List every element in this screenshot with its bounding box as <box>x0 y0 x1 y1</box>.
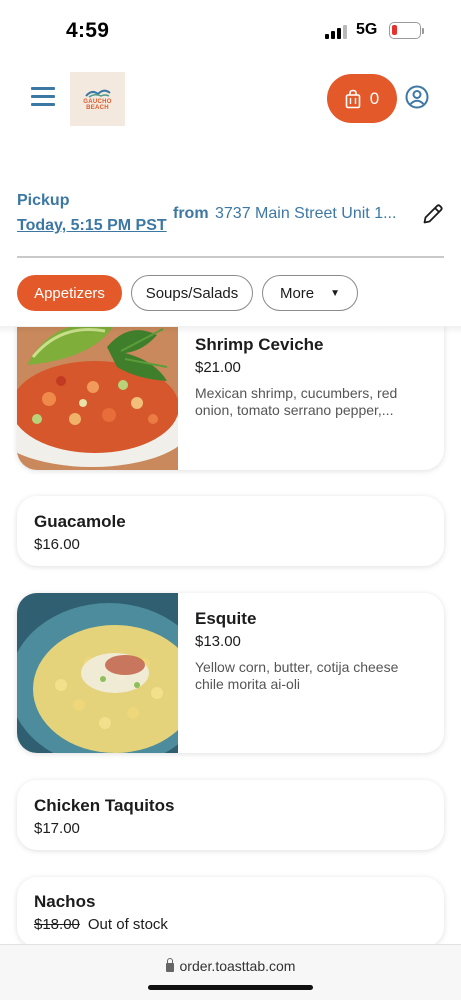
tab-label: Soups/Salads <box>145 284 239 302</box>
menu-item-list: Shrimp Ceviche $21.00 Mexican shrimp, cu… <box>0 327 461 945</box>
esquite-photo <box>17 593 178 753</box>
hamburger-menu-icon[interactable] <box>31 87 55 107</box>
tab-more-dropdown[interactable]: More ▼ <box>262 275 358 311</box>
menu-item-card[interactable]: Nachos $18.00 Out of stock <box>17 877 444 945</box>
caret-down-icon: ▼ <box>330 287 341 299</box>
menu-item-card[interactable]: Guacamole $16.00 <box>17 496 444 566</box>
item-details: Chicken Taquitos $17.00 <box>34 796 430 837</box>
item-name: Chicken Taquitos <box>34 796 175 815</box>
edit-pencil-icon[interactable] <box>421 202 445 226</box>
item-details: Esquite $13.00 Yellow corn, butter, coti… <box>195 609 430 693</box>
battery-icon <box>389 22 421 39</box>
cart-button[interactable]: 0 <box>327 74 397 123</box>
divider <box>17 256 444 258</box>
item-details: Shrimp Ceviche $21.00 Mexican shrimp, cu… <box>195 335 430 419</box>
tabs-shadow <box>0 326 461 334</box>
item-price-row: $18.00 Out of stock <box>34 916 430 933</box>
item-name: Nachos <box>34 892 96 911</box>
item-price: $13.00 <box>195 633 241 650</box>
tab-soups-salads[interactable]: Soups/Salads <box>131 275 253 311</box>
item-price: $16.00 <box>34 536 80 553</box>
shrimp-ceviche-photo <box>17 327 178 470</box>
item-name: Guacamole <box>34 512 126 531</box>
from-label: from <box>173 205 209 222</box>
menu-item-card[interactable]: Esquite $13.00 Yellow corn, butter, coti… <box>17 593 444 753</box>
item-price: $21.00 <box>195 359 241 376</box>
account-icon[interactable] <box>405 85 429 109</box>
cart-count: 0 <box>369 88 380 108</box>
tab-appetizers[interactable]: Appetizers <box>17 275 122 311</box>
status-bar: 4:59 5G <box>0 0 461 62</box>
pickup-time-link[interactable]: Today, 5:15 PM PST <box>17 217 167 235</box>
category-tabs: Appetizers Soups/Salads More ▼ <box>17 275 461 311</box>
shopping-bag-icon <box>345 89 361 108</box>
browser-address-bar[interactable]: order.toasttab.com <box>0 944 461 1000</box>
tab-label: Appetizers <box>34 284 105 302</box>
logo-mark-icon <box>84 89 111 98</box>
item-description: Mexican shrimp, cucumbers, red onion, to… <box>195 385 398 418</box>
item-price: $17.00 <box>34 820 80 837</box>
item-details: Guacamole $16.00 <box>34 512 430 553</box>
header: GAUCHO BEACH 0 <box>0 62 461 142</box>
tab-label: More <box>279 284 315 302</box>
status-time: 4:59 <box>66 19 110 42</box>
item-details: Nachos $18.00 Out of stock <box>34 892 430 933</box>
item-name: Shrimp Ceviche <box>195 335 324 354</box>
item-name: Esquite <box>195 609 257 628</box>
battery-tip <box>422 28 424 34</box>
menu-item-card[interactable]: Shrimp Ceviche $21.00 Mexican shrimp, cu… <box>17 327 444 470</box>
home-indicator[interactable] <box>148 985 313 990</box>
menu-item-card[interactable]: Chicken Taquitos $17.00 <box>17 780 444 850</box>
logo-text-line2: BEACH <box>86 105 109 111</box>
lock-icon <box>165 958 174 972</box>
restaurant-logo[interactable]: GAUCHO BEACH <box>70 72 125 126</box>
signal-icon <box>325 25 349 39</box>
out-of-stock-label: Out of stock <box>87 916 168 933</box>
network-label: 5G <box>356 21 378 38</box>
url-text: order.toasttab.com <box>179 958 296 974</box>
pickup-label: Pickup <box>17 192 70 209</box>
item-price-struck: $18.00 <box>34 916 80 933</box>
pickup-address: 3737 Main Street Unit 1... <box>215 205 397 222</box>
item-description: Yellow corn, butter, cotija cheese chile… <box>195 659 399 692</box>
url-display[interactable]: order.toasttab.com <box>0 958 461 974</box>
